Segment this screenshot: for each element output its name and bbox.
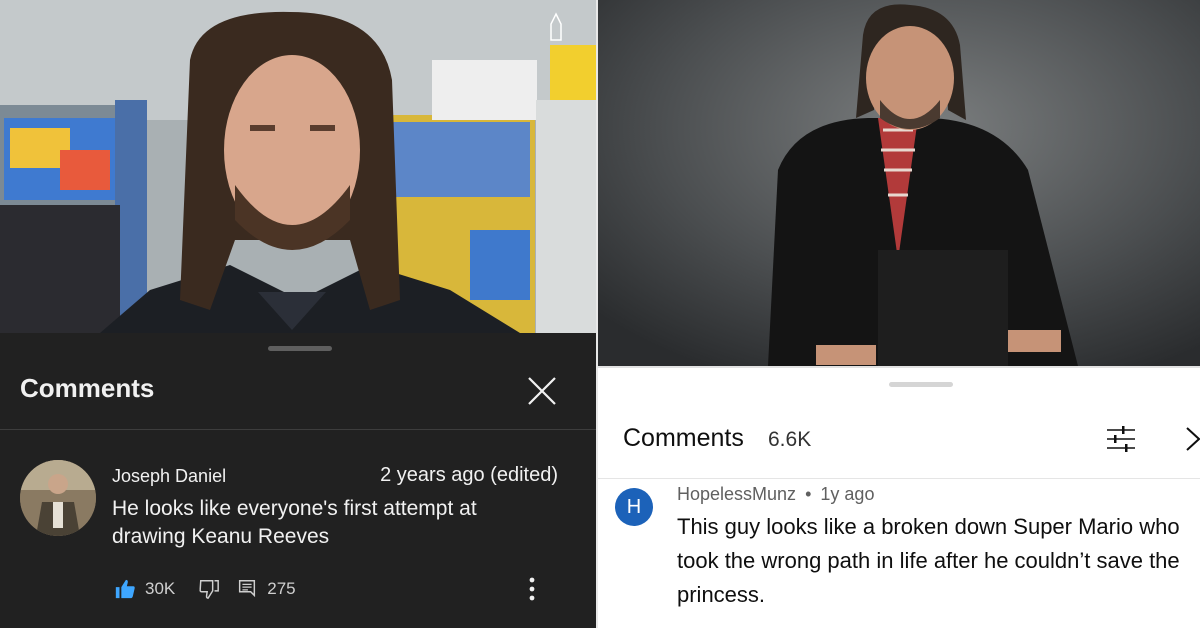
video-still-image	[598, 0, 1200, 366]
comment-timestamp: 2 years ago (edited)	[380, 464, 558, 486]
thumbs-down-icon	[199, 580, 220, 599]
comment-author[interactable]: Joseph Daniel	[112, 466, 226, 487]
comment-text: He looks like everyone's first attempt a…	[112, 497, 477, 548]
close-chevron-icon	[1186, 427, 1200, 451]
drag-handle[interactable]	[889, 382, 953, 387]
drag-handle[interactable]	[268, 346, 332, 351]
meta-separator: •	[805, 484, 812, 504]
reply-button[interactable]	[236, 578, 258, 600]
comments-title: Comments	[623, 424, 744, 452]
dislike-button[interactable]	[198, 578, 220, 600]
comment-meta: HopelessMunz • 1y ago	[677, 484, 874, 505]
header-divider	[0, 429, 596, 430]
left-screenshot: Comments Joseph Daniel 2 years ago (edit…	[0, 0, 596, 628]
close-button[interactable]	[1182, 424, 1200, 454]
like-count: 30K	[145, 579, 176, 598]
reply-icon	[239, 580, 256, 598]
avatar[interactable]: H	[615, 488, 653, 526]
video-frame[interactable]	[598, 0, 1200, 366]
close-icon	[528, 377, 556, 405]
filter-icon	[1107, 426, 1135, 452]
close-button[interactable]	[522, 371, 562, 411]
sort-filter-button[interactable]	[1104, 422, 1138, 456]
avatar[interactable]	[20, 460, 96, 536]
comment-actions: 30K 275	[114, 576, 296, 602]
comment-author[interactable]: HopelessMunz	[677, 484, 796, 504]
avatar-image	[20, 460, 96, 536]
comments-count: 6.6K	[768, 428, 812, 451]
comment-timestamp: 1y ago	[820, 484, 875, 504]
comment-text: This guy looks like a broken down Super …	[677, 514, 1180, 607]
comment-menu-button[interactable]	[521, 574, 543, 604]
video-still-image	[0, 0, 596, 333]
comments-sheet: Comments 6.6K H HopelessMunz • 1y ago Th…	[598, 366, 1200, 628]
thumbs-up-icon	[115, 579, 135, 599]
video-frame[interactable]	[0, 0, 596, 333]
comments-sheet: Comments Joseph Daniel 2 years ago (edit…	[0, 333, 596, 628]
header-divider	[598, 478, 1200, 479]
reply-count: 275	[267, 579, 296, 598]
right-screenshot: Comments 6.6K H HopelessMunz • 1y ago Th…	[598, 0, 1200, 628]
more-vert-icon	[529, 577, 535, 601]
comments-title: Comments	[20, 373, 155, 403]
like-button[interactable]	[114, 578, 136, 600]
